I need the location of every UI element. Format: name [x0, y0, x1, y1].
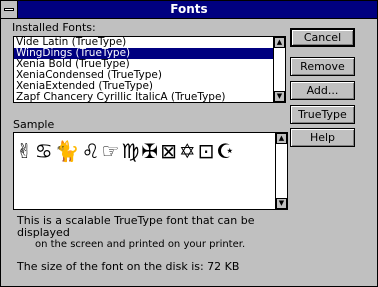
truetype-button-label: TrueType — [298, 108, 347, 121]
sample-scroll-up-icon[interactable]: ▲ — [276, 133, 287, 144]
add-button-label: Add... — [306, 84, 339, 97]
add-button[interactable]: Add... — [290, 81, 355, 100]
cancel-button[interactable]: Cancel — [290, 28, 355, 47]
sample-label: Sample — [13, 118, 55, 131]
font-description: This is a scalable TrueType font that ca… — [17, 215, 307, 251]
font-size-info: The size of the font on the disk is: 72 … — [17, 260, 240, 273]
truetype-button[interactable]: TrueType — [290, 105, 355, 124]
font-list-item[interactable]: WingDings (TrueType) — [14, 48, 274, 59]
font-list-item[interactable]: Vide Latin (TrueType) — [14, 37, 274, 48]
system-menu-button[interactable] — [1, 1, 18, 18]
font-list-item[interactable]: Zapf Chancery Cyrillic ItalicA (TrueType… — [14, 92, 274, 102]
scroll-down-arrow-icon[interactable]: ▼ — [274, 91, 285, 102]
sample-scrollbar[interactable]: ▲ ▼ — [275, 133, 287, 209]
installed-fonts-label: Installed Fonts: — [12, 21, 96, 34]
title-bar: Fonts — [1, 1, 377, 19]
sample-box: ✌♋🐈♌☞♍✠⊠✡⊡☪ ▲ ▼ — [13, 132, 288, 210]
fonts-dialog: Fonts Installed Fonts: Vide Latin (TrueT… — [0, 0, 378, 287]
window-title: Fonts — [170, 2, 208, 16]
fonts-list-scrollbar[interactable]: ▲ ▼ — [273, 37, 285, 102]
font-list-item[interactable]: Xenia Bold (TrueType) — [14, 59, 274, 70]
help-button-label: Help — [309, 131, 336, 144]
sample-scroll-down-icon[interactable]: ▼ — [276, 198, 287, 209]
sample-glyphs: ✌♋🐈♌☞♍✠⊠✡⊡☪ — [16, 139, 237, 163]
font-list-item[interactable]: XeniaCondensed (TrueType) — [14, 70, 274, 81]
installed-fonts-list[interactable]: Vide Latin (TrueType) WingDings (TrueType… — [13, 36, 286, 103]
remove-button-label: Remove — [300, 60, 345, 73]
help-button[interactable]: Help — [290, 128, 355, 147]
description-line-2: on the screen and printed on your printe… — [35, 239, 246, 250]
system-menu-icon — [4, 8, 14, 11]
font-list-item[interactable]: XeniaExtended (TrueType) — [14, 81, 274, 92]
description-line-1: This is a scalable TrueType font that ca… — [17, 214, 255, 239]
remove-button[interactable]: Remove — [290, 57, 355, 76]
scroll-up-arrow-icon[interactable]: ▲ — [274, 37, 285, 48]
